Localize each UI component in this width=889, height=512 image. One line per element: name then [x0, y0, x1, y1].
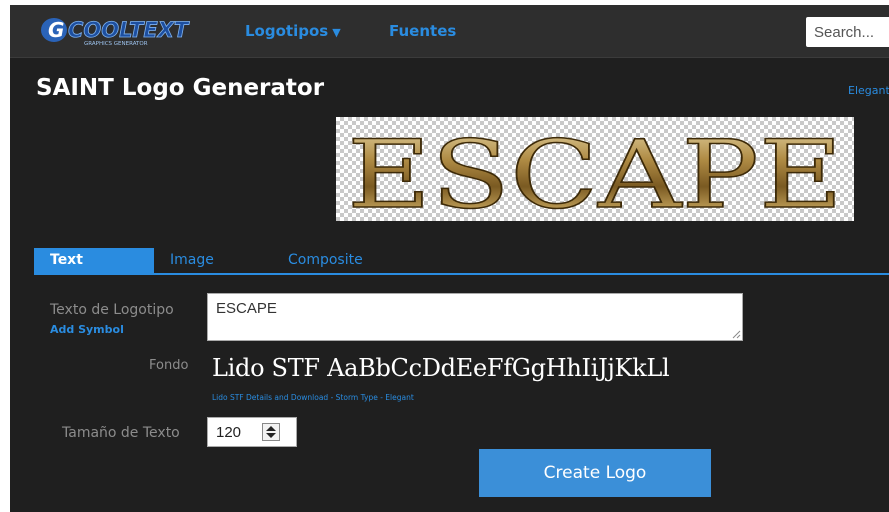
font-label: Fondo: [149, 358, 189, 373]
tabs-divider: [34, 273, 889, 275]
tab-text[interactable]: Text: [34, 248, 154, 273]
create-logo-button[interactable]: Create Logo: [479, 449, 711, 497]
nav-fuentes-label: Fuentes: [389, 22, 457, 40]
page-title: SAINT Logo Generator: [36, 75, 325, 101]
nav-logotipos[interactable]: Logotipos ▼: [245, 22, 341, 40]
nav-fuentes[interactable]: Fuentes: [389, 22, 456, 40]
logo-text-input[interactable]: ESCAPE: [207, 293, 743, 341]
font-selector[interactable]: Lido STF AaBbCcDdEeFfGgHhIiJjKkLl: [212, 354, 670, 382]
search-input[interactable]: [806, 17, 889, 47]
cooltext-logo[interactable]: G COOLTEXT GRAPHICS GENERATOR: [40, 13, 210, 47]
text-size-value: 120: [216, 424, 242, 441]
resize-grip-icon[interactable]: [732, 330, 741, 339]
text-size-label: Tamaño de Texto: [62, 425, 180, 441]
app-frame: G COOLTEXT GRAPHICS GENERATOR Logotipos ▼…: [10, 5, 889, 512]
stepper-up-icon[interactable]: [266, 426, 276, 431]
tab-composite[interactable]: Composite: [288, 248, 363, 273]
font-details-link[interactable]: Lido STF Details and Download - Storm Ty…: [212, 393, 414, 402]
add-symbol-link[interactable]: Add Symbol: [50, 323, 124, 336]
logo-text-label: Texto de Logotipo: [50, 302, 174, 318]
logo-text: COOLTEXT: [68, 18, 190, 42]
caret-down-icon: ▼: [332, 26, 341, 39]
preview-logo-text: ESCAPE: [347, 121, 843, 221]
text-size-input[interactable]: 120: [207, 417, 297, 447]
nav-logotipos-label: Logotipos: [245, 22, 329, 40]
svg-text:G: G: [48, 18, 64, 42]
logo-subtitle: GRAPHICS GENERATOR: [84, 41, 148, 47]
stepper-down-icon[interactable]: [266, 433, 276, 438]
logo-preview: ESCAPE: [336, 117, 854, 221]
top-navigation-bar: G COOLTEXT GRAPHICS GENERATOR Logotipos ▼…: [10, 5, 889, 58]
number-stepper-icon[interactable]: [262, 423, 280, 441]
style-link[interactable]: Elegant: [848, 84, 889, 97]
tab-image[interactable]: Image: [170, 248, 214, 273]
